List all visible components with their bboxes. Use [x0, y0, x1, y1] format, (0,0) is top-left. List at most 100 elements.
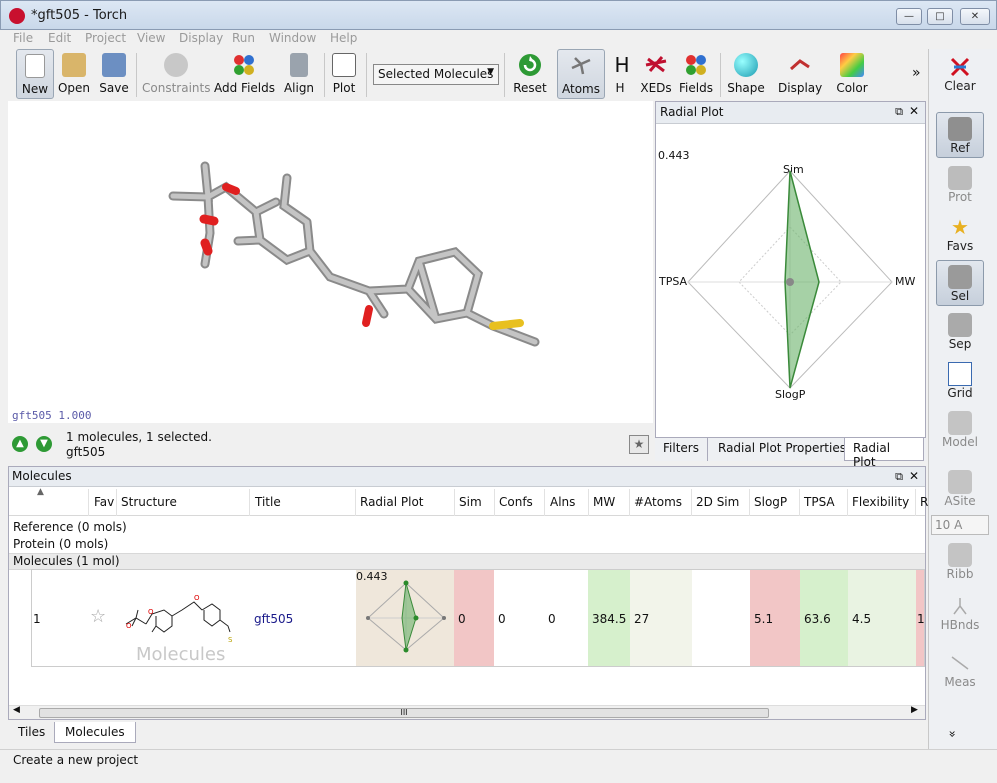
clear-button[interactable]: Clear	[936, 51, 984, 97]
save-label: Save	[99, 81, 129, 95]
r-cell: 1	[916, 570, 924, 666]
scrollbar-thumb[interactable]: III	[39, 708, 769, 718]
close-panel-icon[interactable]: ✕	[909, 469, 919, 483]
color-button[interactable]: Color	[834, 49, 870, 99]
group-reference[interactable]: Reference (0 mols)	[13, 520, 127, 534]
save-button[interactable]: Save	[96, 49, 132, 99]
new-button[interactable]: New	[16, 49, 54, 99]
menu-display[interactable]: Display	[179, 31, 223, 45]
column-2d-sim[interactable]: 2D Sim	[696, 495, 739, 509]
prot-label: Prot	[948, 190, 972, 204]
right-toolbar-overflow-button[interactable]: »	[946, 730, 960, 737]
column-fav[interactable]: Fav	[94, 495, 114, 509]
measure-button[interactable]: Meas	[936, 647, 984, 693]
xeds-button[interactable]: XEDs	[638, 49, 674, 99]
constraints-button[interactable]: Constraints	[142, 49, 210, 99]
tab-tiles[interactable]: Tiles	[8, 722, 55, 743]
close-window-button[interactable]: ✕	[960, 8, 990, 25]
column-radial-plot[interactable]: Radial Plot	[360, 495, 424, 509]
sel-button[interactable]: Sel	[936, 260, 984, 306]
radial-panel-tabs: Filters Radial Plot Properties Radial Pl…	[655, 437, 926, 469]
favorite-star-icon[interactable]: ☆	[90, 606, 106, 627]
radial-cell-max-label: 0.443	[356, 570, 388, 583]
molecules-panel: Molecules ⧉ ✕ ▲ Fav Structure Title Radi…	[8, 466, 928, 720]
column-sim[interactable]: Sim	[459, 495, 482, 509]
next-arrow-icon[interactable]: ▼	[36, 436, 52, 452]
column-tpsa[interactable]: TPSA	[804, 495, 835, 509]
open-label: Open	[57, 81, 91, 95]
hbonds-button[interactable]: HBnds	[936, 590, 984, 636]
protein-icon	[948, 166, 972, 190]
minimize-button[interactable]: —	[896, 8, 922, 25]
asite-button[interactable]: ASite	[936, 466, 984, 512]
menu-file[interactable]: File	[13, 31, 33, 45]
menu-run[interactable]: Run	[232, 31, 255, 45]
grid-button[interactable]: Grid	[936, 358, 984, 404]
model-button[interactable]: Model	[936, 407, 984, 453]
tab-radial-plot-properties[interactable]: Radial Plot Properties	[710, 438, 855, 461]
menu-edit[interactable]: Edit	[48, 31, 71, 45]
column-atoms[interactable]: #Atoms	[634, 495, 682, 509]
reset-button[interactable]: Reset	[510, 49, 550, 99]
column-slogp[interactable]: SlogP	[754, 495, 787, 509]
ref-button[interactable]: Ref	[936, 112, 984, 158]
favorite-star-button[interactable]: ★	[629, 435, 649, 454]
tpsa-cell: 63.6	[800, 570, 848, 666]
toolbar-overflow-button[interactable]: »	[912, 65, 921, 81]
open-button[interactable]: Open	[56, 49, 92, 99]
prot-button[interactable]: Prot	[936, 162, 984, 208]
previous-arrow-icon[interactable]: ▲	[12, 436, 28, 452]
maximize-button[interactable]: □	[927, 8, 953, 25]
plot-icon	[332, 53, 356, 77]
distance-select[interactable]: 10 A	[931, 515, 989, 535]
menu-project[interactable]: Project	[85, 31, 126, 45]
favs-button[interactable]: ★ Favs	[936, 211, 984, 257]
shape-button[interactable]: Shape	[726, 49, 766, 99]
atoms-button[interactable]: Atoms	[557, 49, 605, 99]
sep-button[interactable]: Sep	[936, 309, 984, 355]
table-row[interactable]: 1 ☆ O O O S Molecules gft505 0.443 0 0 0…	[31, 569, 925, 667]
status-bar: Create a new project	[0, 749, 997, 783]
column-title[interactable]: Title	[255, 495, 281, 509]
column-structure[interactable]: Structure	[121, 495, 177, 509]
column-r[interactable]: R	[920, 495, 928, 509]
column-mw[interactable]: MW	[593, 495, 615, 509]
row-index: 1	[33, 612, 41, 626]
menu-help[interactable]: Help	[330, 31, 357, 45]
display-button[interactable]: Display	[778, 49, 822, 99]
plot-button[interactable]: Plot	[328, 49, 360, 99]
shape-sphere-icon	[734, 53, 758, 77]
selection-dropdown[interactable]: Selected Molecules ▼	[373, 64, 499, 85]
reset-label: Reset	[513, 81, 547, 95]
separate-icon	[948, 313, 972, 337]
float-panel-icon[interactable]: ⧉	[895, 470, 903, 484]
scroll-left-arrow-icon[interactable]: ◀	[13, 705, 20, 715]
r-value: 1	[917, 612, 924, 626]
group-protein[interactable]: Protein (0 mols)	[13, 537, 108, 551]
tab-molecules[interactable]: Molecules	[54, 722, 136, 743]
float-panel-icon[interactable]: ⧉	[895, 105, 903, 119]
molecule-3d-viewer[interactable]: gft505 1.000	[8, 101, 653, 423]
mw-cell: 384.5	[588, 570, 630, 666]
sort-ascending-icon[interactable]: ▲	[37, 487, 44, 497]
menu-window[interactable]: Window	[269, 31, 316, 45]
column-confs[interactable]: Confs	[499, 495, 533, 509]
column-alns[interactable]: Alns	[550, 495, 575, 509]
align-button[interactable]: Align	[281, 49, 317, 99]
ribbon-button[interactable]: Ribb	[936, 539, 984, 585]
menu-view[interactable]: View	[137, 31, 165, 45]
selected-molecule-name: gft505	[66, 445, 106, 459]
tab-filters[interactable]: Filters	[655, 438, 708, 461]
add-fields-button[interactable]: Add Fields	[214, 49, 275, 99]
group-molecules[interactable]: Molecules (1 mol)	[9, 553, 925, 570]
scroll-right-arrow-icon[interactable]: ▶	[911, 705, 918, 715]
hbonds-icon	[948, 594, 972, 618]
fields-button[interactable]: Fields	[678, 49, 714, 99]
column-flexibility[interactable]: Flexibility	[852, 495, 909, 509]
tab-radial-plot[interactable]: Radial Plot	[844, 438, 924, 469]
hydrogens-button[interactable]: H H	[610, 49, 630, 99]
ribbon-icon	[948, 543, 972, 567]
title-link[interactable]: gft505	[254, 612, 293, 626]
horizontal-scrollbar[interactable]: ◀ III ▶	[9, 705, 925, 719]
close-panel-icon[interactable]: ✕	[909, 104, 919, 118]
